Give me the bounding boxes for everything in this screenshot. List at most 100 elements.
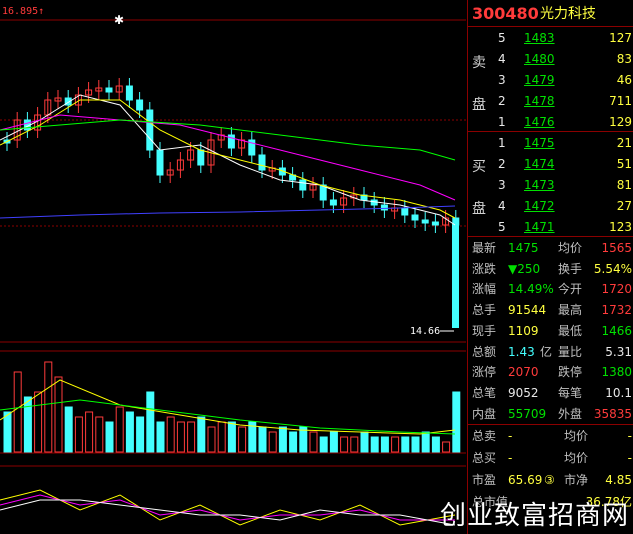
last-price-label: 14.66 (410, 326, 440, 337)
indicator-line (0, 494, 455, 521)
volume-bar (431, 436, 440, 453)
volume-bar (54, 376, 63, 453)
candle-body (421, 219, 429, 224)
sell-order-row[interactable]: 2 1478 711 (468, 91, 633, 111)
stat-label: 最高 (558, 303, 583, 318)
stat-value: 91544 (508, 303, 547, 318)
candle-body (125, 85, 133, 101)
volume-bar (289, 431, 298, 453)
sell-level: 4 (498, 52, 506, 66)
sell-price: 1478 (524, 94, 555, 108)
buy-order-row[interactable]: 2 1474 51 (468, 154, 633, 174)
stat-row: 涨幅 14.49% 今开 1720 (468, 279, 633, 299)
buy-level: 2 (498, 157, 506, 171)
buy-order-row[interactable]: 3 1473 81 (468, 175, 633, 195)
stat-value: ▼250 (508, 261, 541, 276)
sell-volume: 127 (609, 31, 632, 45)
stat-value: 5.54% (593, 261, 632, 276)
sell-price: 1483 (524, 31, 555, 45)
summary-label: 市盈 (472, 473, 497, 487)
stat-value: 1732 (601, 303, 632, 318)
summary-label: 总卖 (472, 429, 497, 443)
volume-bar (105, 421, 114, 453)
summary-label: 均价 (564, 429, 589, 443)
stat-value: 1720 (601, 282, 632, 297)
stat-value: 1109 (508, 323, 539, 338)
stock-name: 光力科技 (540, 6, 596, 22)
summary-value: - (627, 429, 632, 443)
stat-value: 1.43 (508, 344, 535, 359)
buy-volume: 51 (616, 157, 632, 171)
stat-row: 现手 1109 最低 1466 (468, 321, 633, 341)
moving-average-line (0, 114, 456, 201)
stat-row: 总额 1.43 亿量比 5.31 (468, 342, 633, 362)
indicator-line (0, 489, 456, 526)
stat-value: 1380 (601, 365, 632, 380)
volume-bar (442, 441, 451, 453)
volume-bar (125, 411, 134, 453)
candle-body (156, 149, 164, 176)
summary-value: - (508, 429, 513, 443)
stat-value: 1565 (601, 241, 632, 255)
candle-body (299, 179, 307, 191)
candle-body (431, 221, 439, 226)
volume-bar (268, 431, 277, 453)
volume-bar (3, 411, 12, 453)
stat-label: 外盘 (558, 406, 583, 421)
badge-icon: ③ (544, 473, 555, 487)
buy-volume: 21 (616, 136, 632, 150)
stat-label: 跌停 (558, 365, 583, 380)
volume-bar (44, 361, 53, 453)
candle-body-last (452, 224, 459, 328)
volume-bar (95, 416, 104, 453)
volume-bar (197, 416, 206, 453)
volume-bar (452, 391, 461, 453)
sell-order-row[interactable]: 1 1476 129 (468, 112, 633, 132)
buy-order-row[interactable]: 5 1471 123 (468, 217, 633, 237)
kline-chart[interactable]: 16.895↑ ✱ 14.66 (0, 0, 466, 534)
stat-label: 均价 (558, 241, 583, 255)
buy-order-row[interactable]: 4 1472 27 (468, 196, 633, 216)
stat-row: 总笔 9052 每笔 10.1 (468, 383, 633, 403)
sell-price: 1476 (524, 115, 555, 129)
volume-bar (136, 416, 145, 453)
volume-bar (187, 421, 196, 453)
buy-price: 1472 (524, 199, 555, 213)
summary-row: 总卖 - 均价 - (468, 426, 633, 446)
summary-value: - (508, 451, 513, 465)
buy-volume: 123 (609, 220, 632, 234)
stat-label: 最低 (558, 323, 583, 338)
volume-bar (350, 436, 359, 453)
sell-order-row[interactable]: 5 1483 127 (468, 28, 633, 48)
candle-body (329, 199, 337, 206)
candle-body (401, 207, 409, 216)
stat-value: 9052 (508, 385, 539, 400)
sell-volume: 46 (616, 73, 632, 87)
volume-bar (156, 421, 165, 453)
sell-order-row[interactable]: 4 1480 83 (468, 49, 633, 69)
sell-volume: 83 (616, 52, 632, 66)
buy-price: 1471 (524, 220, 555, 234)
stat-row: 涨停 2070 跌停 1380 (468, 362, 633, 382)
volume-bar (380, 436, 389, 453)
stat-value: 1475 (508, 241, 539, 255)
stat-row: 涨跌 ▼250 换手 5.54% (468, 259, 633, 279)
sell-level: 5 (498, 31, 506, 45)
buy-price: 1474 (524, 157, 555, 171)
sell-price: 1479 (524, 73, 555, 87)
buy-volume: 27 (616, 199, 632, 213)
stat-label: 涨跌 (472, 261, 497, 276)
candle-body (380, 204, 388, 211)
sell-order-row[interactable]: 3 1479 46 (468, 70, 633, 90)
stat-value: 10.1 (605, 385, 632, 400)
sell-level: 1 (498, 115, 506, 129)
volume-bar (309, 431, 318, 453)
stat-label: 换手 (558, 261, 583, 276)
candle-body (146, 109, 154, 151)
stat-value: 2070 (508, 365, 539, 380)
buy-order-row[interactable]: 1 1475 21 (468, 133, 633, 153)
volume-bar (176, 421, 185, 453)
volume-bar (227, 421, 236, 453)
kline-chart-panel[interactable]: 16.895↑ ✱ 14.66 (0, 0, 466, 534)
volume-bar (166, 416, 175, 453)
